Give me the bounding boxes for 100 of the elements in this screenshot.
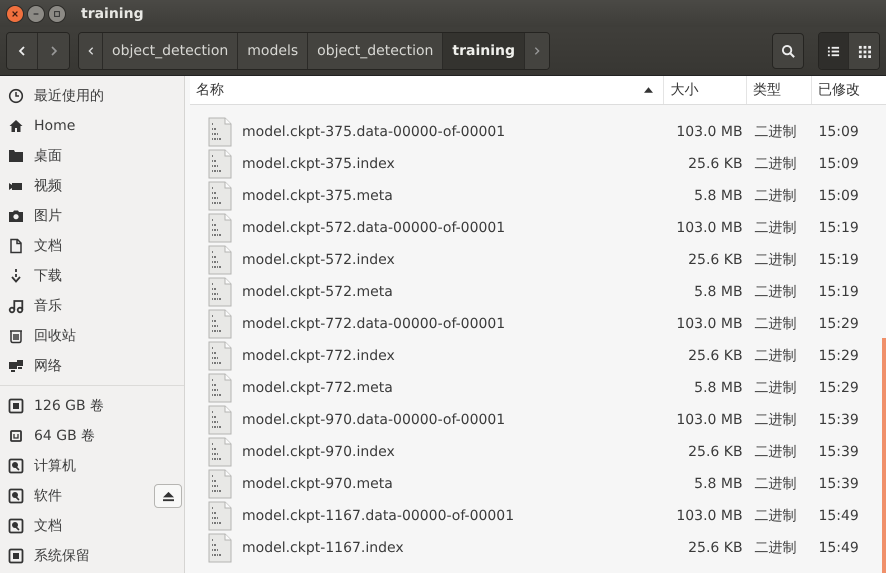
eject-icon (162, 490, 174, 502)
file-name: model.ckpt-970.meta (242, 476, 393, 492)
file-type: 二进制 (754, 412, 797, 428)
modified-time: 15:19 (818, 220, 859, 236)
file-type: 二进制 (754, 220, 797, 236)
file-name: model.ckpt-970.data-00000-of-00001 (242, 412, 506, 428)
binary-file-icon (208, 437, 232, 467)
breadcrumb-button[interactable]: training (443, 33, 526, 69)
breadcrumb-button[interactable]: object_detection (103, 33, 238, 69)
file-type: 二进制 (754, 316, 797, 332)
maximize-icon (53, 10, 61, 18)
file-name: model.ckpt-375.data-00000-of-00001 (242, 124, 506, 140)
search-button[interactable] (772, 33, 804, 69)
minimize-button[interactable] (27, 4, 45, 22)
folder-icon (8, 148, 24, 164)
binary-file-icon (208, 469, 232, 499)
file-size: 103.0 MB (676, 412, 743, 428)
column-header[interactable]: 已修改 (812, 76, 886, 104)
sidebar-item[interactable]: 64 GB 卷 (0, 421, 184, 451)
sidebar-item[interactable]: 最近使用的 (0, 81, 184, 111)
file-name: model.ckpt-1167.data-00000-of-00001 (242, 508, 514, 524)
close-icon (11, 10, 19, 18)
sidebar-item[interactable]: 系统保留 (0, 541, 184, 571)
trash-icon (8, 328, 24, 344)
file-type: 二进制 (754, 188, 797, 204)
document-icon (8, 238, 24, 254)
sidebar-item[interactable]: 网络 (0, 351, 184, 381)
file-size: 25.6 KB (688, 444, 743, 460)
modified-time: 15:09 (818, 156, 859, 172)
column-header[interactable]: 类型 (746, 76, 812, 104)
binary-file-icon (208, 501, 232, 531)
file-type: 二进制 (754, 380, 797, 396)
binary-file-icon (208, 533, 232, 563)
file-size: 103.0 MB (676, 316, 743, 332)
scrollbar-thumb[interactable] (882, 338, 886, 573)
file-name: model.ckpt-572.index (242, 252, 395, 268)
file-size: 5.8 MB (694, 476, 743, 492)
modified-time: 15:49 (818, 508, 859, 524)
binary-file-icon (208, 277, 232, 307)
file-size: 25.6 KB (688, 348, 743, 364)
camera-icon (8, 208, 24, 224)
search-icon (780, 44, 796, 58)
grid-view-button[interactable] (849, 33, 879, 69)
modified-time: 15:19 (818, 252, 859, 268)
modified-time: 15:29 (818, 380, 859, 396)
breadcrumb-button[interactable]: models (238, 33, 308, 69)
file-name: model.ckpt-375.meta (242, 188, 393, 204)
file-name: model.ckpt-375.index (242, 156, 395, 172)
file-type: 二进制 (754, 508, 797, 524)
close-button[interactable] (6, 4, 24, 22)
modified-time: 15:39 (818, 444, 859, 460)
chevron-left-icon (86, 46, 96, 56)
modified-time: 15:19 (818, 284, 859, 300)
sidebar-item[interactable]: 计算机 (0, 451, 184, 481)
breadcrumb-button[interactable]: object_detection (308, 33, 444, 69)
list-view-button[interactable] (819, 33, 849, 69)
file-type: 二进制 (754, 476, 797, 492)
sidebar-item[interactable]: 下载 (0, 261, 184, 291)
drive-icon (8, 548, 24, 564)
usb-drive-icon (8, 428, 24, 444)
file-type: 二进制 (754, 540, 797, 556)
window-title: training (81, 6, 144, 22)
sidebar-item[interactable]: 126 GB 卷 (0, 391, 184, 421)
binary-file-icon (208, 245, 232, 275)
modified-time: 15:09 (818, 188, 859, 204)
file-size: 5.8 MB (694, 188, 743, 204)
list-icon (827, 44, 840, 58)
modified-time: 15:09 (818, 124, 859, 140)
sidebar-item[interactable]: 文档 (0, 231, 184, 261)
sidebar-item[interactable]: 回收站 (0, 321, 184, 351)
sidebar-item[interactable]: 软件 (0, 481, 184, 511)
sidebar-item[interactable]: 文档 (0, 511, 184, 541)
column-header[interactable]: 名称 (190, 76, 664, 104)
file-size: 103.0 MB (676, 508, 743, 524)
eject-button[interactable] (154, 484, 182, 508)
file-name: model.ckpt-572.data-00000-of-00001 (242, 220, 506, 236)
file-name: model.ckpt-970.index (242, 444, 395, 460)
binary-file-icon (208, 213, 232, 243)
sidebar-item[interactable]: 音乐 (0, 291, 184, 321)
modified-time: 15:49 (818, 540, 859, 556)
file-name: model.ckpt-772.data-00000-of-00001 (242, 316, 506, 332)
file-size: 5.8 MB (694, 380, 743, 396)
file-type: 二进制 (754, 124, 797, 140)
file-name: model.ckpt-772.index (242, 348, 395, 364)
home-icon (8, 118, 24, 134)
music-icon (8, 298, 24, 314)
sidebar-item[interactable]: Home (0, 111, 184, 141)
sidebar-item[interactable]: 图片 (0, 201, 184, 231)
file-size: 25.6 KB (688, 540, 743, 556)
binary-file-icon (208, 341, 232, 371)
sidebar-item[interactable]: 桌面 (0, 141, 184, 171)
maximize-button[interactable] (48, 4, 66, 22)
binary-file-icon (208, 181, 232, 211)
sidebar-item[interactable]: 视频 (0, 171, 184, 201)
file-type: 二进制 (754, 252, 797, 268)
modified-time: 15:39 (818, 412, 859, 428)
network-icon (8, 358, 24, 374)
file-size: 103.0 MB (676, 220, 743, 236)
column-header[interactable]: 大小 (664, 76, 747, 104)
clock-icon (8, 88, 24, 104)
